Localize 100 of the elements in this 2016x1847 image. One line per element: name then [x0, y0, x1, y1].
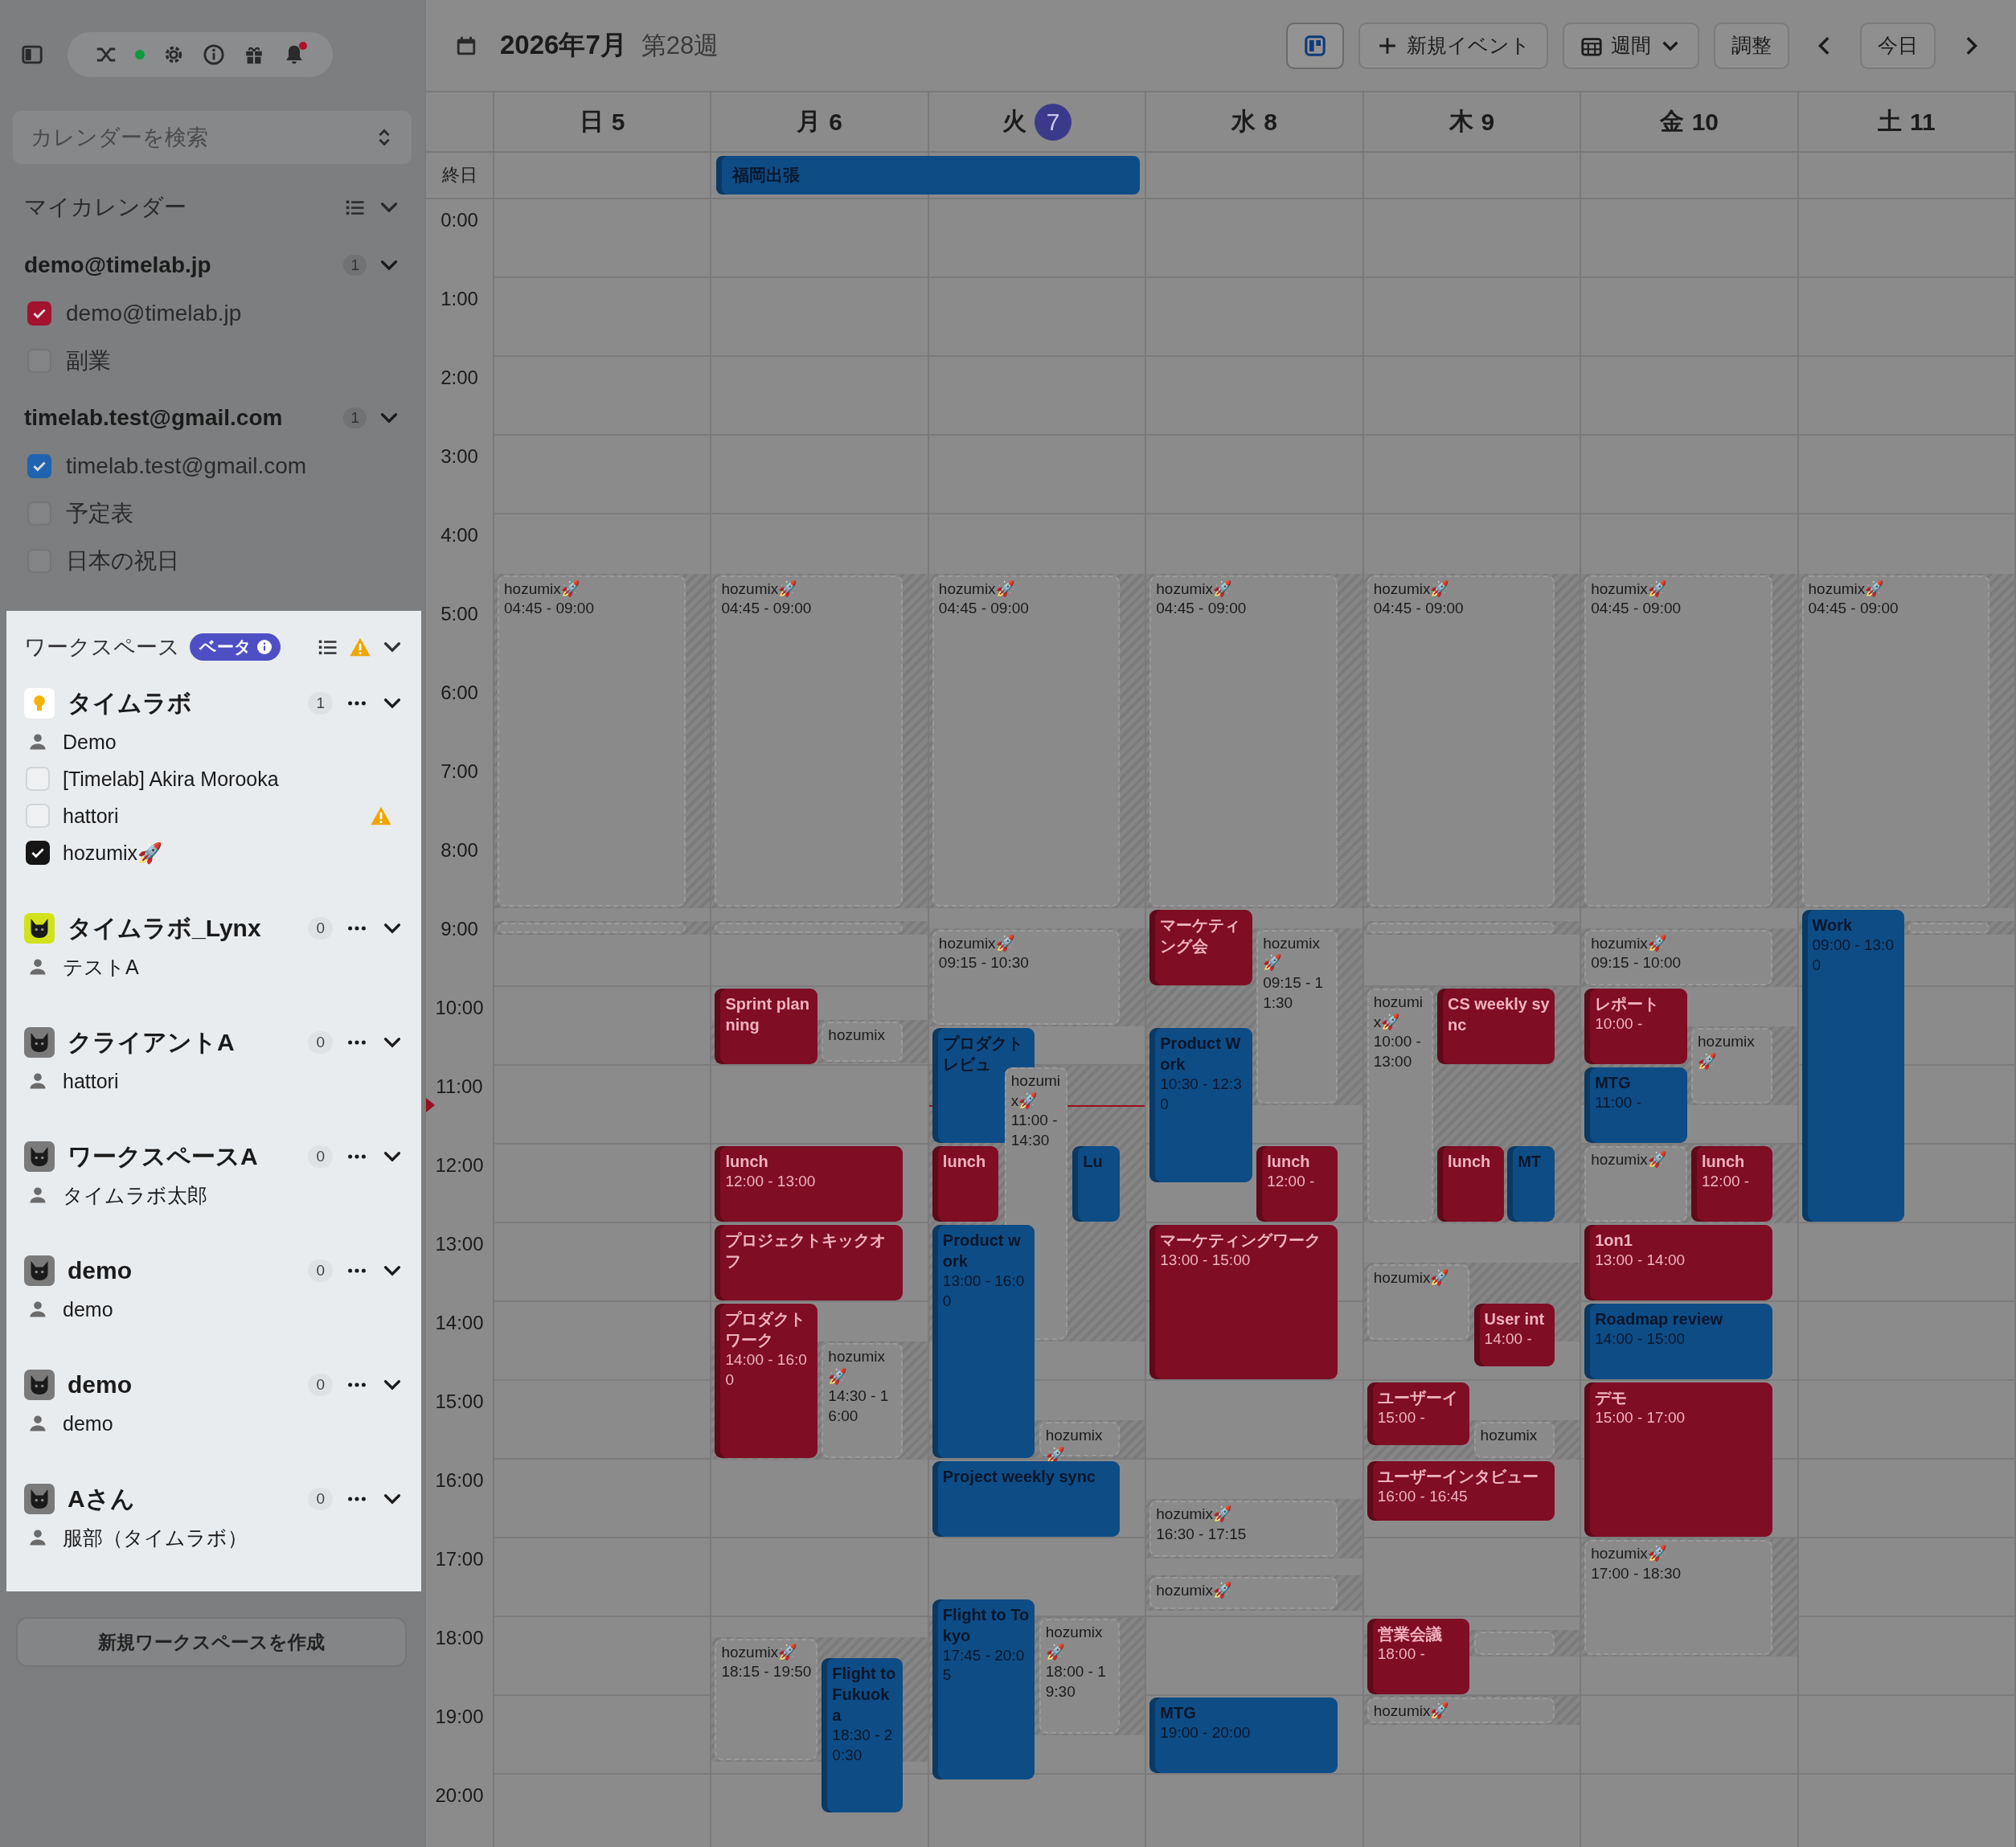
event-block[interactable]: 1on1 13:00 - 14:00 [1584, 1225, 1772, 1300]
busy-block[interactable]: hozumix🚀 16:30 - 17:15 [1149, 1501, 1338, 1557]
event-title: Flight to Fukuoka [832, 1664, 897, 1726]
day-date[interactable]: 8 [1264, 108, 1277, 136]
workspace-name[interactable]: ワークスペースA [68, 1140, 258, 1173]
count-badge: 0 [308, 917, 333, 940]
workspace-name[interactable]: タイムラボ [68, 686, 192, 720]
busy-block[interactable]: hozumix🚀 04:45 - 09:00 [498, 575, 686, 907]
calendar-search-field[interactable]: カレンダーを検索 [13, 111, 412, 164]
hour-label: 6:00 [440, 682, 478, 703]
busy-block[interactable]: hozumix🚀 10:00 - 13:00 [1367, 989, 1433, 1222]
event-time: 18:00 - 19:30 [1045, 1662, 1107, 1702]
busy-block[interactable]: hozumix🚀 [1367, 1264, 1470, 1340]
event-time: 15:00 - [1377, 1408, 1426, 1427]
busy-block[interactable]: hozumix🚀 04:45 - 09:00 [932, 575, 1121, 907]
busy-block[interactable]: hozumix🚀 14:30 - 16:00 [822, 1343, 903, 1458]
busy-block[interactable]: hozumix🚀 04:45 - 09:00 [1584, 575, 1772, 907]
busy-title: hozumix🚀 [1591, 1544, 1668, 1563]
event-block[interactable]: lunch 12:00 - [1691, 1146, 1772, 1222]
member-name: タイムラボ太郎 [63, 1182, 207, 1208]
sidebar-toggle-icon[interactable] [21, 43, 43, 66]
busy-title: hozumix🚀 [1156, 579, 1234, 599]
busy-block[interactable]: hozumix🚀 [1584, 1146, 1687, 1222]
event-title: プロダクトワーク [725, 1309, 807, 1350]
day-date[interactable]: 9 [1481, 108, 1495, 136]
event-time: 16:00 - 16:45 [1377, 1487, 1469, 1506]
event-block[interactable]: プロダクトワーク 14:00 - 16:00 [715, 1304, 817, 1458]
member-name: demo [63, 1411, 113, 1435]
day-date[interactable]: 11 [1909, 108, 1936, 136]
layout-toggle-button[interactable] [1286, 22, 1344, 69]
busy-title: hozumix🚀 [1373, 1268, 1451, 1288]
busy-block[interactable]: hozumix🚀 18:15 - 19:50 [715, 1638, 817, 1760]
section-title: ワークスペース [24, 634, 180, 661]
day-date[interactable]: 5 [611, 108, 625, 136]
busy-title: hozumix🚀 [938, 579, 1016, 599]
busy-block[interactable]: hozumix🚀 04:45 - 09:00 [1801, 575, 1990, 907]
person-icon [28, 732, 47, 751]
busy-block[interactable]: hozumix🚀 04:45 - 09:00 [1367, 575, 1555, 907]
busy-block[interactable]: hozumix🚀 17:00 - 18:30 [1584, 1540, 1772, 1655]
event-block[interactable]: ユーザーインタビュー 16:00 - 16:45 [1367, 1461, 1555, 1521]
busy-block[interactable]: hozumix🚀 04:45 - 09:00 [715, 575, 903, 907]
hour-label: 5:00 [440, 603, 478, 625]
event-block[interactable]: マーケティングワーク 13:00 - 15:00 [1149, 1225, 1338, 1379]
busy-block[interactable]: hozumix🚀 [1149, 1576, 1338, 1609]
checkbox[interactable] [26, 841, 50, 865]
event-block[interactable]: Sprint planning [715, 989, 817, 1064]
busy-block[interactable]: hozumix [1473, 1422, 1555, 1458]
event-block[interactable]: ユーザーイ 15:00 - [1367, 1382, 1470, 1445]
busy-title: hozumix🚀 [1591, 579, 1668, 599]
account-name[interactable]: timelab.test@gmail.com [24, 405, 333, 431]
event-block[interactable]: レポート 10:00 - [1584, 989, 1687, 1064]
info-icon[interactable] [203, 43, 225, 66]
workspace-name[interactable]: Aさん [68, 1482, 135, 1516]
member-name: 服部（タイムラボ） [63, 1525, 248, 1550]
busy-block[interactable]: hozumix [822, 1021, 903, 1062]
view-select[interactable]: 週間 [1563, 22, 1699, 69]
calendar-name: demo@timelab.jp [66, 300, 242, 326]
new-event-button[interactable]: 新規イベント [1358, 22, 1548, 69]
event-block[interactable]: lunch [1436, 1146, 1505, 1222]
account-name[interactable]: demo@timelab.jp [24, 252, 333, 278]
busy-title: hozumix🚀 [1591, 1150, 1668, 1169]
busy-block[interactable]: hozumix🚀 [1367, 1698, 1555, 1723]
person-icon [28, 957, 47, 977]
busy-block[interactable]: hozumix🚀 [1691, 1028, 1772, 1104]
day-date[interactable]: 10 [1691, 108, 1719, 136]
busy-block[interactable]: hozumix🚀 09:15 - 10:00 [1584, 929, 1772, 985]
create-workspace-button[interactable]: 新規ワークスペースを作成 [16, 1617, 407, 1667]
workspace-name[interactable]: demo [68, 1257, 132, 1284]
workspace-name[interactable]: demo [68, 1371, 132, 1399]
today-date[interactable]: 7 [1035, 103, 1072, 141]
event-block[interactable]: lunch [932, 1146, 998, 1222]
event-block[interactable]: CS weekly sync [1436, 989, 1555, 1064]
info-icon[interactable] [256, 639, 272, 655]
today-button[interactable]: 今日 [1860, 22, 1936, 69]
checkbox[interactable] [27, 453, 51, 478]
event-time: 04:45 - 09:00 [938, 599, 1030, 619]
busy-block[interactable]: hozumix🚀 04:45 - 09:00 [1149, 575, 1338, 907]
busy-block[interactable]: hozumix🚀 18:00 - 19:30 [1039, 1619, 1121, 1734]
workspace-name[interactable]: タイムラボ_Lynx [68, 911, 261, 945]
event-block[interactable]: lunch 12:00 - 13:00 [715, 1146, 903, 1222]
checkbox[interactable] [27, 301, 51, 326]
event-block[interactable]: 営業会議 18:00 - [1367, 1619, 1470, 1694]
busy-block[interactable]: hozumix🚀 09:15 - 11:30 [1256, 929, 1338, 1104]
event-block[interactable]: マーケティング会 [1149, 910, 1252, 985]
busy-block[interactable]: hozumix🚀 09:15 - 10:30 [932, 929, 1121, 1025]
hour-label: 20:00 [435, 1784, 484, 1806]
search-input[interactable]: カレンダーを検索 [29, 124, 373, 151]
event-block[interactable]: lunch 12:00 - [1256, 1146, 1338, 1222]
event-block[interactable]: プロジェクトキックオフ [715, 1225, 903, 1300]
workspace-name[interactable]: クライアントA [68, 1026, 235, 1059]
event-block[interactable]: デモ 15:00 - 17:00 [1584, 1382, 1772, 1537]
calendar-name: 日本の祝日 [66, 547, 179, 575]
event-block[interactable]: User int 14:00 - [1473, 1304, 1555, 1366]
busy-title: hozumix [1480, 1426, 1539, 1445]
event-title: CS weekly sync [1447, 994, 1551, 1035]
day-date[interactable]: 6 [829, 108, 842, 136]
busy-title: hozumix🚀 [1698, 1032, 1756, 1071]
person-icon [28, 1414, 47, 1433]
hour-label: 17:00 [435, 1548, 484, 1570]
adjust-button[interactable]: 調整 [1714, 22, 1789, 69]
